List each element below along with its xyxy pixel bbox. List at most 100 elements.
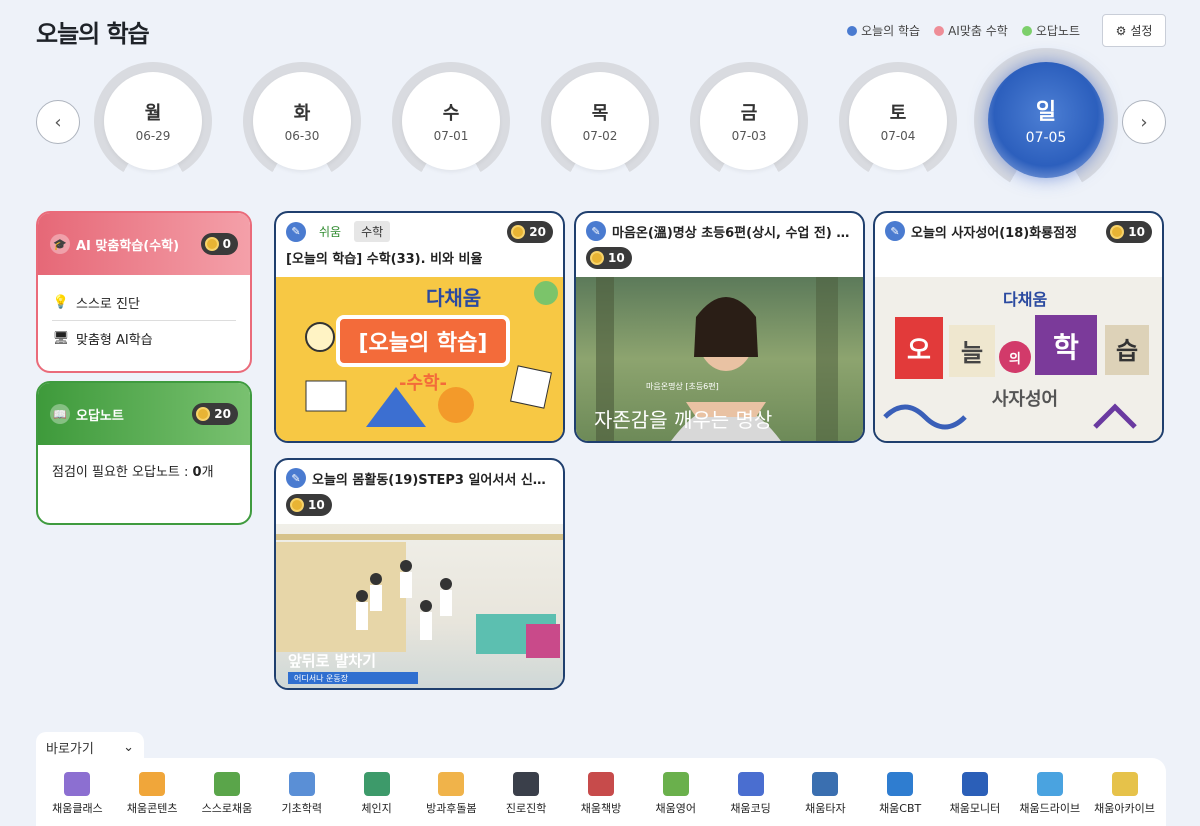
day-sun-active[interactable]: 일 07-05 <box>947 21 1145 219</box>
day-date: 06-29 <box>135 129 171 143</box>
coin-icon <box>1110 225 1125 239</box>
lesson-thumbnail: 다채움 오 늘 의 학 습 사자성어 <box>875 277 1162 441</box>
dock-app-typing[interactable]: 채움타자 <box>790 772 860 816</box>
coin-badge: 10 <box>286 494 332 516</box>
dock-app-change[interactable]: 체인지 <box>342 772 412 816</box>
coin-icon <box>196 407 211 421</box>
graduation-cap-icon <box>513 772 540 796</box>
ai-study-header[interactable]: 🎓 AI 맞춤학습(수학) 0 <box>38 213 250 275</box>
thumb-title-text: [오늘의 학습] <box>359 331 488 356</box>
custom-ai-link[interactable]: 🖥 맞춤형 AI학습 <box>52 320 236 356</box>
coin-badge: 20 <box>192 403 238 425</box>
brand-logo-text: 다채움 <box>1003 290 1047 309</box>
legend-item-wrong-note: 오답노트 <box>1021 22 1080 39</box>
legend-item-today: 오늘의 학습 <box>847 22 920 39</box>
lesson-title: 마음온(溫)명상 초등6편(상시, 수업 전) 자... <box>612 225 853 241</box>
sprout-icon <box>213 772 240 796</box>
subject-tag: 수학 <box>354 221 391 242</box>
lesson-card-idiom[interactable]: ✎ 오늘의 사자성어(18)화룡점정 10 다채움 오 늘 의 학 습 사자성어 <box>873 211 1164 443</box>
code-icon <box>737 772 764 796</box>
lesson-card-meditation[interactable]: ✎ 마음온(溫)명상 초등6편(상시, 수업 전) 자... 10 마음온명상 … <box>574 211 865 443</box>
dock-app-coding[interactable]: 채움코딩 <box>716 772 786 816</box>
dock-app-afterschool[interactable]: 방과후돌봄 <box>416 772 486 816</box>
dock-label: 체인지 <box>361 802 392 815</box>
thumb-syllable: 오 <box>907 336 931 366</box>
dock-label: 진로진학 <box>505 802 547 815</box>
day-thu[interactable]: 목 07-02 <box>519 40 681 202</box>
chevron-left-icon: ‹ <box>54 111 62 133</box>
legend: 오늘의 학습 AI맞춤 수학 오답노트 <box>847 22 1080 39</box>
thumb-syllable: 습 <box>1116 337 1138 365</box>
legend-dot-icon <box>847 25 858 36</box>
day-wed[interactable]: 수 07-01 <box>370 40 532 202</box>
afterschool-icon <box>438 772 465 796</box>
wrong-note-unit: 개 <box>201 465 214 480</box>
wrong-note-card: 📖 오답노트 20 점검이 필요한 오답노트 : 0개 <box>36 381 252 525</box>
day-fri[interactable]: 금 07-03 <box>668 40 830 202</box>
dock-app-career[interactable]: 진로진학 <box>491 772 561 816</box>
wrong-note-count: 0 <box>192 465 202 480</box>
dock-app-basic[interactable]: 기초학력 <box>267 772 337 816</box>
dock-app-archive[interactable]: 채움아카이브 <box>1090 772 1160 816</box>
lesson-thumbnail: 앞뒤로 발차기 어디서나 운동장 <box>276 524 563 688</box>
lesson-thumbnail: 마음온명상 [초등6편] 자존감을 깨우는 명상 <box>576 277 863 441</box>
dock-label: 채움아카이브 <box>1094 802 1155 815</box>
dock-app-english[interactable]: 채움영어 <box>641 772 711 816</box>
coin-icon <box>511 225 526 239</box>
dock-app-drive[interactable]: 채움드라이브 <box>1015 772 1085 816</box>
dock-label: 채움드라이브 <box>1019 802 1081 815</box>
day-tue[interactable]: 화 06-30 <box>221 40 383 202</box>
day-name: 목 <box>591 103 609 124</box>
day-sat[interactable]: 토 07-04 <box>817 40 979 202</box>
lesson-thumbnail: 다채움 [오늘의 학습] -수학- <box>276 277 563 441</box>
coin-badge: 0 <box>200 233 238 255</box>
wrong-note-title: 오답노트 <box>76 408 124 424</box>
coin-icon <box>590 251 604 265</box>
settings-button[interactable]: ⚙ 설정 <box>1102 14 1166 47</box>
abc-icon <box>662 772 689 796</box>
lesson-card-exercise[interactable]: ✎ 오늘의 몸활동(19)STEP3 일어서서 신나... 10 앞뒤로 발차기… <box>274 458 565 690</box>
thumb-syllable: 학 <box>1053 331 1079 364</box>
coin-count: 10 <box>308 498 325 512</box>
legend-dot-icon <box>934 25 945 36</box>
dock-app-class[interactable]: 채움클래스 <box>42 772 112 816</box>
day-date: 07-02 <box>582 129 618 143</box>
pencil-icon: ✎ <box>586 221 606 241</box>
dock-label: 방과후돌봄 <box>426 802 477 815</box>
dock-app-self[interactable]: 스스로채움 <box>192 772 262 816</box>
wrong-note-header[interactable]: 📖 오답노트 20 <box>38 383 250 445</box>
dock-label: 채움클래스 <box>52 802 103 815</box>
lesson-title: [오늘의 학습] 수학(33). 비와 비율 <box>286 252 483 267</box>
quick-links-label: 바로가기 <box>46 741 94 757</box>
lesson-card-math[interactable]: ✎ 쉬움 수학 20 [오늘의 학습] 수학(33). 비와 비율 다채움 [오… <box>274 211 565 443</box>
monitor-icon <box>961 772 988 796</box>
dock-app-cbt[interactable]: 채움CBT <box>865 772 935 816</box>
lesson-title: 오늘의 몸활동(19)STEP3 일어서서 신나... <box>312 472 553 488</box>
page-title: 오늘의 학습 <box>36 20 150 48</box>
dock-app-books[interactable]: 채움책방 <box>566 772 636 816</box>
day-date: 07-04 <box>880 129 916 143</box>
brand-logo-text: 다채움 <box>426 286 481 310</box>
dock-label: 스스로채움 <box>201 802 253 815</box>
self-diagnosis-label: 스스로 진단 <box>76 297 140 312</box>
ai-study-card: 🎓 AI 맞춤학습(수학) 0 💡 스스로 진단 🖥 맞춤형 AI학습 <box>36 211 252 373</box>
dock-label: 채움책방 <box>580 802 622 815</box>
dock-app-monitor[interactable]: 채움모니터 <box>940 772 1010 816</box>
books-icon <box>587 772 614 796</box>
next-week-button[interactable]: › <box>1122 100 1166 144</box>
custom-ai-label: 맞춤형 AI학습 <box>76 333 153 348</box>
coin-icon <box>204 237 219 251</box>
cloud-icon <box>1036 772 1063 796</box>
legend-item-ai-math: AI맞춤 수학 <box>934 22 1008 39</box>
day-date: 07-05 <box>1025 130 1067 146</box>
pencil-icon: ✎ <box>885 221 905 241</box>
prev-week-button[interactable]: ‹ <box>36 100 80 144</box>
book-icon: 📖 <box>50 404 70 424</box>
day-mon[interactable]: 월 06-29 <box>72 40 234 202</box>
self-diagnosis-link[interactable]: 💡 스스로 진단 <box>52 285 236 320</box>
coin-icon <box>290 498 304 512</box>
dock-app-contents[interactable]: 채움콘텐츠 <box>117 772 187 816</box>
keyboard-icon <box>812 772 839 796</box>
thumb-caption: 자존감을 깨우는 명상 <box>594 408 772 432</box>
coin-badge: 10 <box>586 247 632 269</box>
